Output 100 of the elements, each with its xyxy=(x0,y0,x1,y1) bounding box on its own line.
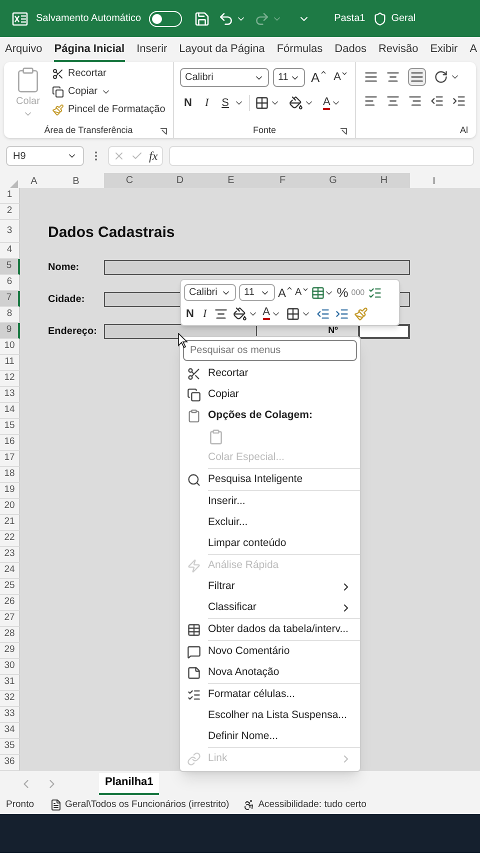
row-header[interactable]: 9 xyxy=(0,323,20,339)
grow-font-button[interactable]: A xyxy=(278,286,292,299)
row-header[interactable]: 1 xyxy=(0,188,20,204)
shrink-font-button[interactable]: A xyxy=(332,72,349,83)
row-header[interactable]: 17 xyxy=(0,451,20,467)
row-header[interactable]: 28 xyxy=(0,627,20,643)
align-bottom-button[interactable] xyxy=(408,68,426,86)
name-box[interactable]: H9 xyxy=(6,146,84,166)
font-size-dropdown[interactable]: 11 xyxy=(272,68,305,87)
number-format-icon[interactable] xyxy=(310,286,325,300)
row-header[interactable]: 12 xyxy=(0,371,20,387)
ribbon-tab[interactable]: Layout da Página xyxy=(179,40,265,62)
align-left-icon[interactable] xyxy=(364,94,378,108)
decrease-decimal-icon[interactable] xyxy=(334,306,349,321)
formula-input[interactable] xyxy=(168,146,474,166)
grow-font-button[interactable]: A xyxy=(308,71,328,84)
align-top-icon[interactable] xyxy=(364,70,378,84)
menu-item[interactable]: Recortar xyxy=(180,363,360,384)
row-header[interactable]: 24 xyxy=(0,563,20,579)
fill-color-icon[interactable] xyxy=(232,306,247,321)
align-right-icon[interactable] xyxy=(408,94,422,108)
ribbon-tab[interactable]: A xyxy=(470,40,478,62)
row-header[interactable]: 4 xyxy=(0,243,20,259)
menu-item[interactable]: Pesquisa Inteligente xyxy=(180,469,360,490)
row-header[interactable]: 36 xyxy=(0,755,20,771)
dialog-launcher-icon[interactable] xyxy=(340,128,347,135)
row-header[interactable]: 29 xyxy=(0,643,20,659)
decrease-indent-icon[interactable] xyxy=(430,94,444,108)
menu-item[interactable]: Filtrar xyxy=(180,576,360,597)
row-header[interactable]: 11 xyxy=(0,355,20,371)
row-header[interactable]: 20 xyxy=(0,499,20,515)
menu-item[interactable]: Obter dados da tabela/interv... xyxy=(180,619,360,640)
row-header[interactable]: 7 xyxy=(0,291,20,307)
sheet-tab[interactable]: Planilha1 xyxy=(99,772,160,794)
shrink-font-button[interactable]: A xyxy=(295,288,308,298)
align-middle-icon[interactable] xyxy=(386,70,400,84)
menu-item[interactable]: Inserir... xyxy=(180,491,360,512)
font-name-dropdown[interactable]: Calibri xyxy=(180,68,269,87)
cut-button[interactable]: Recortar xyxy=(68,66,106,81)
fill-color-icon[interactable] xyxy=(288,96,303,110)
menu-item[interactable]: Excluir... xyxy=(180,512,360,533)
row-header[interactable]: 13 xyxy=(0,387,20,403)
input-cell[interactable] xyxy=(104,260,410,274)
menu-search-field[interactable]: Pesquisar os menus xyxy=(183,340,357,361)
dialog-launcher-icon[interactable] xyxy=(160,128,167,135)
menu-item[interactable]: Copiar xyxy=(180,384,360,405)
row-header[interactable]: 14 xyxy=(0,403,20,419)
format-table-icon[interactable] xyxy=(368,286,382,300)
undo-icon[interactable] xyxy=(218,10,234,26)
format-painter-button[interactable]: Pincel de Formatação xyxy=(68,102,166,117)
percent-button[interactable]: % xyxy=(336,283,348,302)
thousands-button[interactable]: 000 xyxy=(351,286,365,299)
align-center-icon[interactable] xyxy=(386,94,400,108)
orientation-icon[interactable] xyxy=(434,70,448,84)
row-header[interactable]: 2 xyxy=(0,204,20,220)
row-header[interactable]: 33 xyxy=(0,707,20,723)
row-header[interactable]: 6 xyxy=(0,275,20,291)
row-header[interactable]: 31 xyxy=(0,675,20,691)
autosave-toggle[interactable] xyxy=(149,10,182,26)
row-header[interactable]: 34 xyxy=(0,723,20,739)
borders-icon[interactable] xyxy=(286,306,300,321)
ribbon-tab[interactable]: Inserir xyxy=(136,40,168,62)
copy-button[interactable]: Copiar xyxy=(68,84,98,99)
accessibility-status[interactable]: Acessibilidade: tudo certo xyxy=(258,798,366,812)
menu-item[interactable]: Classificar xyxy=(180,597,360,618)
row-header[interactable]: 32 xyxy=(0,691,20,707)
paintbrush-icon[interactable] xyxy=(354,306,368,321)
font-size-dropdown[interactable]: 11 xyxy=(239,284,275,302)
ribbon-tab[interactable]: Exibir xyxy=(430,40,458,62)
ribbon-tab[interactable]: Revisão xyxy=(378,40,418,62)
save-icon[interactable] xyxy=(194,10,210,26)
row-header[interactable]: 35 xyxy=(0,739,20,755)
bold-button[interactable]: N xyxy=(184,306,196,322)
row-header[interactable]: 27 xyxy=(0,611,20,627)
ribbon-tab[interactable]: Arquivo xyxy=(5,40,42,62)
menu-item[interactable]: Formatar células... xyxy=(180,684,360,705)
row-header[interactable]: 19 xyxy=(0,483,20,499)
row-header[interactable]: 16 xyxy=(0,435,20,451)
ribbon-tab[interactable]: Dados xyxy=(334,40,366,62)
menu-item[interactable]: Novo Comentário xyxy=(180,641,360,662)
row-header[interactable]: 5 xyxy=(0,259,20,275)
italic-button[interactable]: I xyxy=(200,306,209,322)
menu-item[interactable]: Nova Anotação xyxy=(180,662,360,683)
row-header[interactable]: 21 xyxy=(0,515,20,531)
menu-item[interactable]: Definir Nome... xyxy=(180,726,360,747)
menu-item[interactable]: Escolher na Lista Suspensa... xyxy=(180,705,360,726)
row-header[interactable]: 26 xyxy=(0,595,20,611)
row-header[interactable]: 25 xyxy=(0,579,20,595)
borders-icon[interactable] xyxy=(254,96,269,110)
font-color-button[interactable]: A xyxy=(262,307,270,320)
ribbon-tab[interactable]: Fórmulas xyxy=(276,40,323,62)
bold-button[interactable]: N xyxy=(180,95,196,112)
menu-item[interactable]: Limpar conteúdo xyxy=(180,533,360,554)
insert-function-button[interactable]: fx xyxy=(149,147,158,165)
row-header[interactable]: 8 xyxy=(0,307,20,323)
row-header[interactable]: 22 xyxy=(0,531,20,547)
increase-decimal-icon[interactable] xyxy=(316,306,330,321)
row-header[interactable]: 23 xyxy=(0,547,20,563)
font-color-button[interactable]: A xyxy=(322,96,330,110)
row-header[interactable]: 3 xyxy=(0,220,20,243)
